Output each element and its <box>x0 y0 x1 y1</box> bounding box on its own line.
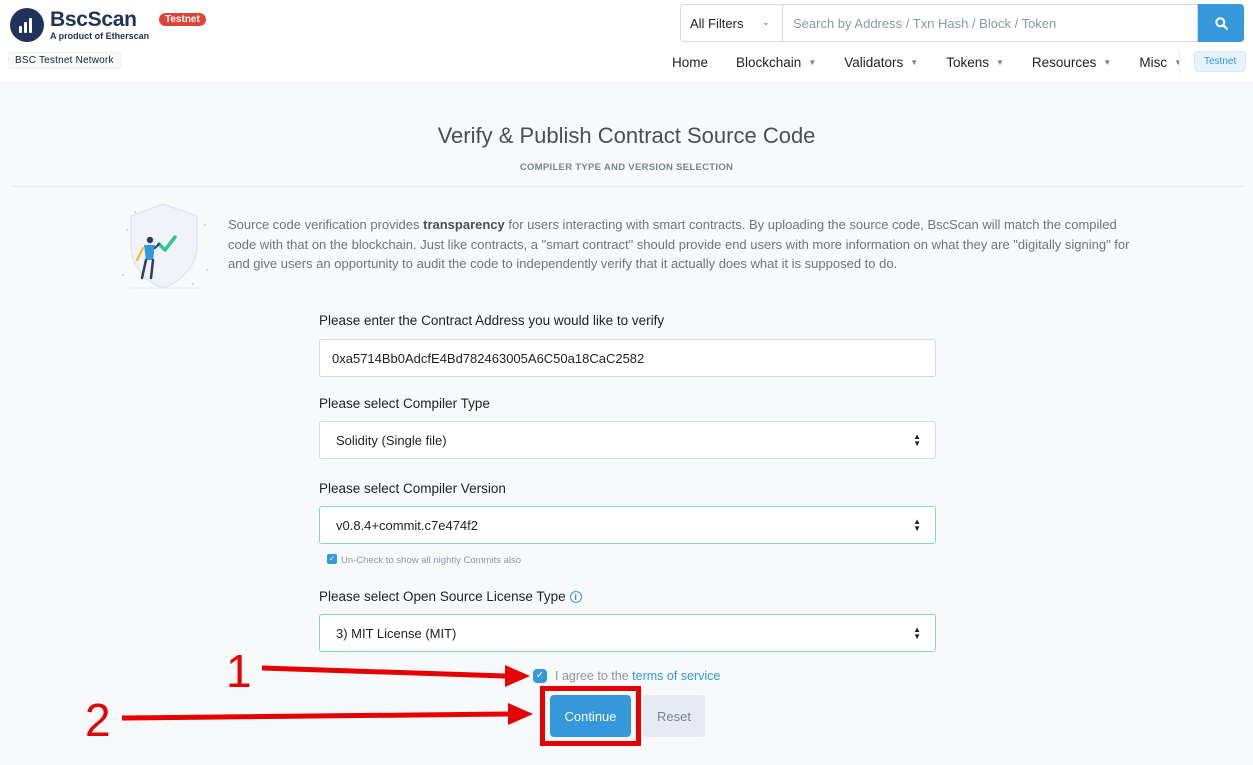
select-arrows-icon: ▲ ▼ <box>913 625 921 641</box>
compiler-version-select[interactable]: v0.8.4+commit.c7e474f2 ▲ ▼ <box>319 506 936 544</box>
contract-address-input[interactable]: 0xa5714Bb0AdcfE4Bd782463005A6C50a18CaC25… <box>319 339 936 377</box>
filter-select[interactable]: All Filters ⌄ <box>680 4 782 42</box>
nightly-label: Un-Check to show all nightly Commits als… <box>341 555 522 566</box>
license-label: Please select Open Source License Type i <box>319 589 582 604</box>
network-label: BSC Testnet Network <box>8 52 121 69</box>
info-icon[interactable]: i <box>569 591 582 603</box>
divider <box>12 186 1244 187</box>
bscscan-logo-icon <box>10 8 44 42</box>
shield-illustration <box>122 203 208 289</box>
compiler-type-select[interactable]: Solidity (Single file) ▲ ▼ <box>319 421 936 459</box>
bscscan-logo[interactable]: BscScan A product of Etherscan <box>10 8 149 42</box>
nav-blockchain[interactable]: Blockchain ▼ <box>736 52 816 72</box>
site-header: BscScan A product of Etherscan Testnet B… <box>0 0 1253 84</box>
license-select[interactable]: 3) MIT License (MIT) ▲ ▼ <box>319 614 936 652</box>
chevron-down-icon: ▼ <box>808 57 817 67</box>
compiler-version-label: Please select Compiler Version <box>319 481 506 496</box>
compiler-type-value: Solidity (Single file) <box>336 432 447 448</box>
intro-text: Source code verification provides transp… <box>228 217 1130 271</box>
nav-misc[interactable]: Misc▼ <box>1139 52 1182 72</box>
logo-title: BscScan <box>50 8 137 31</box>
main-nav: Home Blockchain ▼ Validators ▼ Tokens ▼ Res… <box>660 50 1247 74</box>
arrow-1 <box>261 665 506 679</box>
nav-validators[interactable]: Validators ▼ <box>844 52 918 72</box>
chevron-down-icon: ⌄ <box>761 17 770 28</box>
select-arrows-icon: ▲ ▼ <box>913 432 921 448</box>
reset-button[interactable]: Reset <box>643 695 705 737</box>
testnet-badge: Testnet <box>159 13 206 26</box>
search-bar: All Filters ⌄ <box>680 4 1244 42</box>
filter-value: All Filters <box>690 15 744 31</box>
contract-address-value: 0xa5714Bb0AdcfE4Bd782463005A6C50a18CaC25… <box>332 350 645 366</box>
arrow-2 <box>121 711 509 721</box>
license-value: 3) MIT License (MIT) <box>336 625 457 641</box>
agree-checkbox[interactable]: ✓ <box>533 669 547 683</box>
terms-of-service-link[interactable]: terms of service <box>632 669 720 683</box>
compiler-type-label: Please select Compiler Type <box>319 396 490 411</box>
nav-divider <box>1179 50 1180 74</box>
compiler-version-value: v0.8.4+commit.c7e474f2 <box>336 517 478 533</box>
search-button[interactable] <box>1198 4 1244 42</box>
logo-subtitle: A product of Etherscan <box>50 31 150 41</box>
page-subtitle: COMPILER TYPE AND VERSION SELECTION <box>519 162 734 173</box>
nightly-checkbox[interactable]: ✓ <box>327 554 337 564</box>
chevron-down-icon: ▼ <box>910 57 919 67</box>
nav-resources[interactable]: Resources ▼ <box>1032 52 1111 72</box>
search-icon <box>1214 16 1228 30</box>
search-input[interactable] <box>782 4 1198 42</box>
continue-highlight-box <box>540 686 641 746</box>
network-switch-button[interactable]: Testnet <box>1194 51 1247 72</box>
chevron-down-icon: ▼ <box>1103 57 1112 67</box>
annotation-label-1: 1 <box>226 645 252 697</box>
agree-label: I agree to the terms of service <box>555 669 721 683</box>
nav-home[interactable]: Home <box>672 52 708 72</box>
annotation-label-2: 2 <box>85 694 111 746</box>
nav-tokens[interactable]: Tokens ▼ <box>946 52 1004 72</box>
select-arrows-icon: ▲ ▼ <box>913 517 921 533</box>
chevron-down-icon: ▼ <box>995 57 1004 67</box>
address-label: Please enter the Contract Address you wo… <box>319 313 665 328</box>
page-title: Verify & Publish Contract Source Code <box>437 123 816 148</box>
